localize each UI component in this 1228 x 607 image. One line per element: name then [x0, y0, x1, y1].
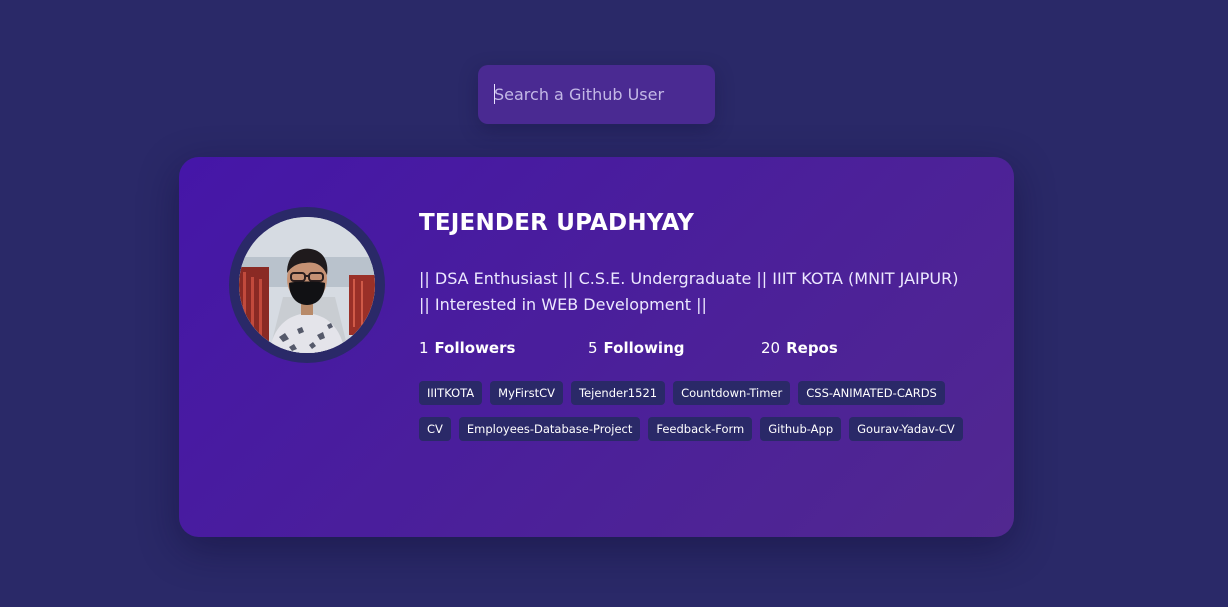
profile-name: TEJENDER UPADHYAY [419, 210, 695, 236]
repos-count: 20 [761, 339, 781, 357]
repo-link[interactable]: CV [419, 417, 451, 441]
repo-link[interactable]: MyFirstCV [490, 381, 563, 405]
avatar [239, 217, 375, 353]
profile-bio: || DSA Enthusiast || C.S.E. Undergraduat… [419, 266, 979, 318]
repo-link[interactable]: Github-App [760, 417, 842, 441]
repo-link[interactable]: CSS-ANIMATED-CARDS [798, 381, 945, 405]
search-input[interactable] [478, 65, 715, 124]
repos-label: Repos [786, 339, 838, 357]
repo-link[interactable]: Employees-Database-Project [458, 417, 641, 441]
repo-link[interactable]: IIITKOTA [419, 381, 483, 405]
repo-link[interactable]: Gourav-Yadav-CV [849, 417, 963, 441]
following-stat: 5 Following [588, 339, 685, 357]
followers-count: 1 [419, 339, 429, 357]
bio-line-1: || DSA Enthusiast || C.S.E. Undergraduat… [419, 269, 959, 288]
avatar-photo-icon [239, 217, 375, 353]
followers-stat: 1 Followers [419, 339, 515, 357]
repo-link[interactable]: Tejender1521 [571, 381, 666, 405]
repo-list: IIITKOTA MyFirstCV Tejender1521 Countdow… [419, 381, 979, 441]
followers-label: Followers [434, 339, 516, 357]
repos-stat: 20 Repos [761, 339, 838, 357]
repo-link[interactable]: Countdown-Timer [673, 381, 791, 405]
text-cursor [494, 84, 495, 104]
bio-line-2: || Interested in WEB Development || [419, 295, 707, 314]
search-box[interactable] [478, 65, 715, 124]
repo-link[interactable]: Feedback-Form [648, 417, 753, 441]
following-count: 5 [588, 339, 598, 357]
following-label: Following [603, 339, 685, 357]
